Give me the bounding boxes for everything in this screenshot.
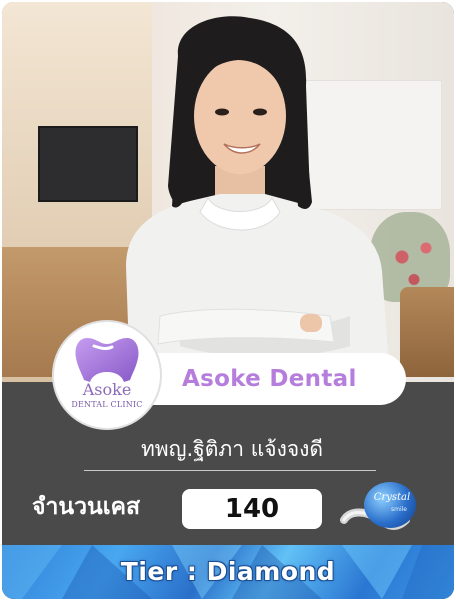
doctor-portrait-icon	[126, 16, 390, 382]
crystal-disc	[364, 482, 416, 528]
doctor-card: Asoke Dental Asoke DENTAL CLINIC ทพญ.ฐิต…	[2, 2, 454, 599]
background-chair	[400, 287, 454, 377]
case-count-label: จำนวนเคส	[32, 494, 141, 520]
clinic-logo: Asoke DENTAL CLINIC	[52, 320, 162, 430]
doctor-name: ทพญ.ฐิติภา แจ้งจงดี	[140, 437, 324, 461]
logo-word: Asoke	[82, 380, 132, 399]
crystal-brand-sub: smile	[391, 506, 407, 513]
crystal-brand: Crystal	[373, 492, 411, 503]
name-divider	[84, 470, 376, 471]
logo-subtitle: DENTAL CLINIC	[71, 400, 143, 409]
crystal-smile-badge: Crystal smile	[340, 480, 430, 540]
tooth-icon	[75, 338, 139, 382]
clinic-name: Asoke Dental	[182, 366, 357, 392]
tier-label: Tier : Diamond	[120, 557, 336, 586]
case-count-value: 140	[224, 494, 280, 524]
